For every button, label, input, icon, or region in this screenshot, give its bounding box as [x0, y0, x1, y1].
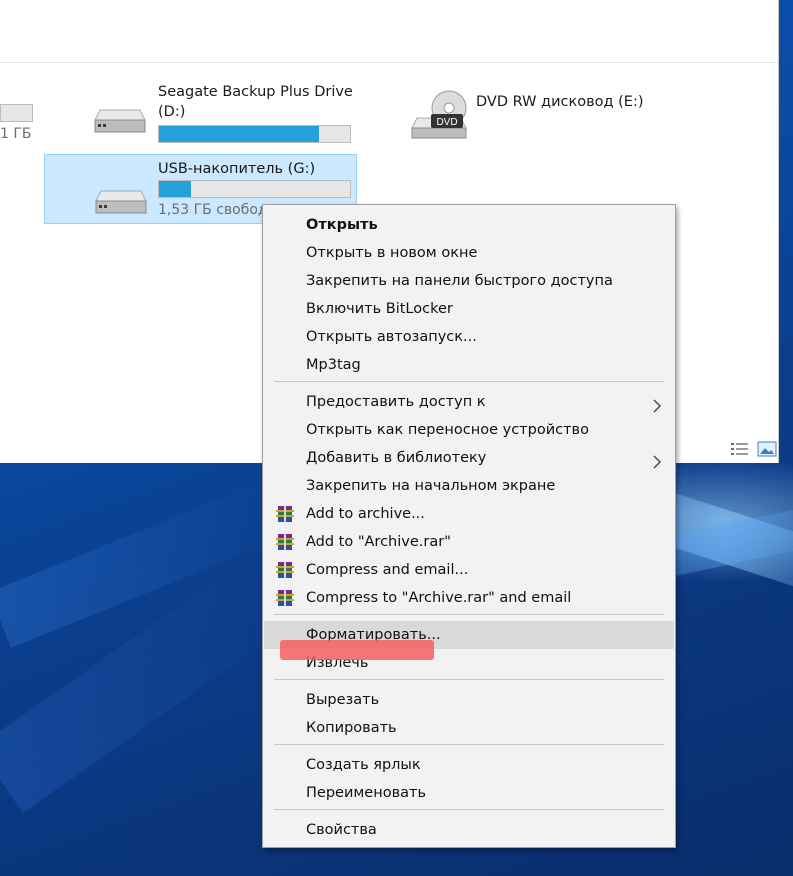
- annotation-highlight: [280, 640, 434, 660]
- drive-tile-dvd[interactable]: DVD DVD RW дисковод (E:): [405, 82, 665, 148]
- menu-item-label: Создать ярлык: [306, 757, 421, 773]
- drive-name: USB-накопитель (G:): [158, 161, 316, 177]
- dvd-badge-label: DVD: [436, 117, 457, 128]
- menu-item-label: Add to archive...: [306, 506, 425, 522]
- menu-item-закрепить-на-начальном-экране[interactable]: Закрепить на начальном экране: [264, 472, 674, 500]
- menu-separator: [274, 744, 664, 745]
- menu-item-добавить-в-библиотеку[interactable]: Добавить в библиотеку: [264, 444, 674, 472]
- menu-item-свойства[interactable]: Свойства: [264, 816, 674, 844]
- menu-item-label: Закрепить на начальном экране: [306, 478, 556, 494]
- menu-item-открыть-в-новом-окне[interactable]: Открыть в новом окне: [264, 239, 674, 267]
- menu-item-label: Mp3tag: [306, 357, 361, 373]
- menu-item-label: Открыть автозапуск...: [306, 329, 477, 345]
- menu-item-label: Открыть как переносное устройство: [306, 422, 589, 438]
- menu-separator: [274, 679, 664, 680]
- divider: [0, 62, 778, 63]
- menu-item-label: Закрепить на панели быстрого доступа: [306, 273, 613, 289]
- drive-name: DVD RW дисковод (E:): [476, 94, 644, 110]
- winrar-icon: [275, 532, 295, 552]
- menu-item-label: Включить BitLocker: [306, 301, 453, 317]
- drive-capacity-bar: [158, 180, 351, 198]
- menu-item-compress-to-archive-rar-and-email[interactable]: Compress to "Archive.rar" and email: [264, 584, 674, 612]
- drive-name: Seagate Backup Plus Drive: [158, 84, 353, 100]
- drive-letter: (D:): [158, 104, 186, 120]
- menu-item-копировать[interactable]: Копировать: [264, 714, 674, 742]
- menu-item-label: Свойства: [306, 822, 377, 838]
- context-menu: Открыть Открыть в новом окне Закрепить на …: [262, 204, 676, 848]
- dvd-drive-icon: DVD: [411, 90, 467, 139]
- menu-item-label: Добавить в библиотеку: [306, 450, 487, 466]
- menu-item-открыть[interactable]: Открыть: [264, 211, 674, 239]
- menu-item-add-to-archive[interactable]: Add to archive...: [264, 500, 674, 528]
- hard-drive-icon: [94, 109, 146, 133]
- menu-item-mp3tag[interactable]: Mp3tag: [264, 351, 674, 379]
- menu-item-label: Переименовать: [306, 785, 427, 801]
- menu-item-переименовать[interactable]: Переименовать: [264, 779, 674, 807]
- menu-item-предоставить-доступ-к[interactable]: Предоставить доступ к: [264, 388, 674, 416]
- menu-separator: [274, 614, 664, 615]
- menu-item-label: Add to "Archive.rar": [306, 534, 451, 550]
- menu-item-label: Предоставить доступ к: [306, 394, 486, 410]
- drive-capacity-bar: [158, 125, 351, 143]
- large-icons-view-icon[interactable]: [757, 441, 777, 457]
- menu-item-label: Вырезать: [306, 692, 380, 708]
- drive-free-space: 1,53 ГБ свободо: [158, 202, 277, 218]
- winrar-icon: [275, 588, 295, 608]
- menu-item-включить-bitlocker[interactable]: Включить BitLocker: [264, 295, 674, 323]
- winrar-icon: [275, 560, 295, 580]
- drive-capacity-bar: [0, 104, 33, 122]
- menu-item-label: Копировать: [306, 720, 397, 736]
- menu-item-add-to-archive-rar[interactable]: Add to "Archive.rar": [264, 528, 674, 556]
- menu-item-создать-ярлык[interactable]: Создать ярлык: [264, 751, 674, 779]
- hard-drive-icon: [95, 190, 147, 214]
- menu-separator: [274, 381, 664, 382]
- drive-free-space: 1 ГБ: [0, 126, 32, 142]
- menu-item-label: Compress to "Archive.rar" and email: [306, 590, 572, 606]
- menu-item-закрепить-на-панели-быстрого-доступа[interactable]: Закрепить на панели быстрого доступа: [264, 267, 674, 295]
- menu-item-открыть-как-переносное-устройство[interactable]: Открыть как переносное устройство: [264, 416, 674, 444]
- winrar-icon: [275, 504, 295, 524]
- menu-item-label: Открыть в новом окне: [306, 245, 478, 261]
- drive-capacity-fill: [159, 181, 192, 197]
- drive-tile-seagate[interactable]: Seagate Backup Plus Drive (D:): [88, 82, 358, 148]
- menu-separator: [274, 809, 664, 810]
- menu-item-открыть-автозапуск[interactable]: Открыть автозапуск...: [264, 323, 674, 351]
- chevron-right-icon: [650, 395, 664, 413]
- drive-capacity-fill: [159, 126, 320, 142]
- menu-item-label: Открыть: [306, 217, 378, 233]
- chevron-right-icon: [650, 451, 664, 469]
- menu-item-вырезать[interactable]: Вырезать: [264, 686, 674, 714]
- menu-item-compress-and-email[interactable]: Compress and email...: [264, 556, 674, 584]
- menu-item-label: Compress and email...: [306, 562, 469, 578]
- details-view-icon[interactable]: [730, 441, 750, 457]
